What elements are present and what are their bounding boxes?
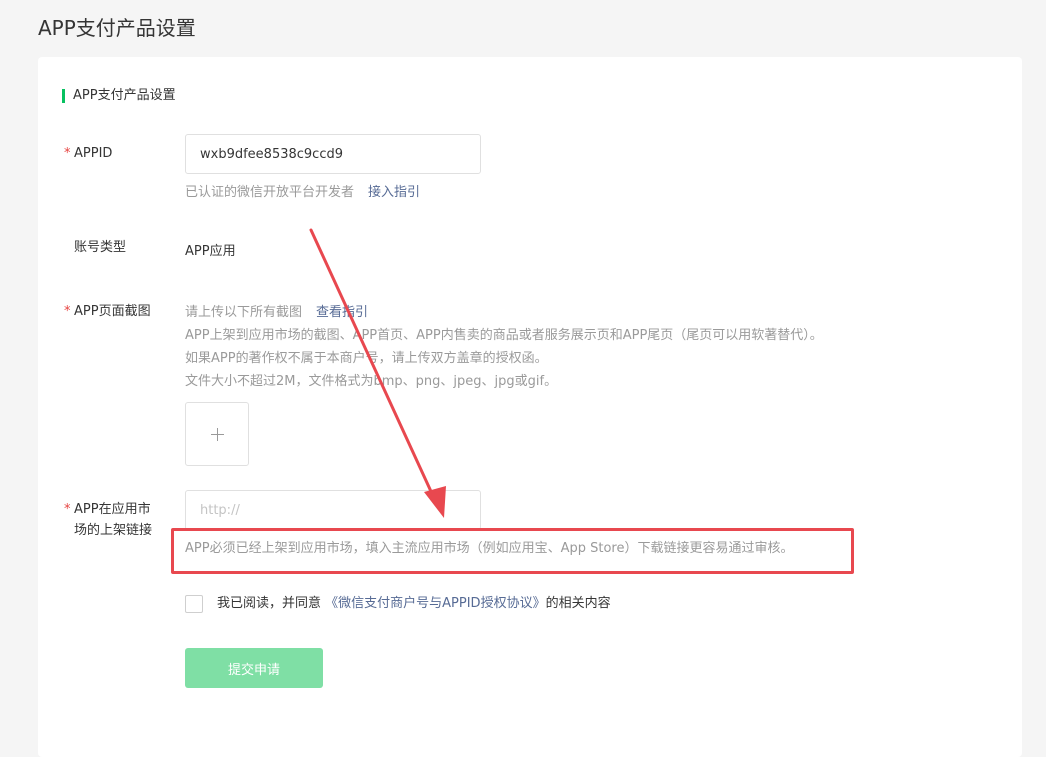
screenshot-hint-4: 文件大小不超过2M，文件格式为bmp、png、jpeg、jpg或gif。 (185, 374, 558, 389)
appid-label: * APPID (64, 143, 113, 164)
appid-hint: 已认证的微信开放平台开发者 接入指引 (185, 181, 420, 204)
agreement-suffix: 的相关内容 (545, 596, 611, 611)
upload-button[interactable] (185, 402, 249, 466)
screenshot-label-text: APP页面截图 (74, 304, 151, 319)
account-type-value: APP应用 (185, 244, 236, 259)
required-mark: * (64, 304, 71, 319)
screenshot-hint-1: 请上传以下所有截图 查看指引 (185, 301, 368, 324)
market-link-label-line1: APP在应用市 (74, 502, 151, 517)
screenshot-hint-2: APP上架到应用市场的截图、APP首页、APP内售卖的商品或者服务展示页和APP… (185, 328, 823, 343)
account-type-label: 账号类型 (74, 240, 127, 255)
section-title: APP支付产品设置 (62, 88, 176, 104)
agreement-text: 我已阅读，并同意 《微信支付商户号与APPID授权协议》的相关内容 (217, 595, 611, 613)
submit-button[interactable]: 提交申请 (185, 648, 323, 688)
screenshot-label: * APP页面截图 (64, 301, 151, 322)
appid-label-text: APPID (74, 146, 113, 161)
market-link-label-line2: 场的上架链接 (74, 523, 153, 538)
agreement-link[interactable]: 《微信支付商户号与APPID授权协议》 (325, 596, 545, 611)
agreement-prefix: 我已阅读，并同意 (217, 596, 322, 611)
screenshot-hint-text: 请上传以下所有截图 (185, 305, 303, 320)
settings-card: APP支付产品设置 * APPID 已认证的微信开放平台开发者接入指引 账号类型… (38, 57, 1022, 757)
market-link-label: * APP在应用市 场的上架链接 (64, 499, 153, 541)
appid-hint-text: 已认证的微信开放平台开发者 (185, 185, 355, 200)
market-link-input[interactable] (185, 490, 481, 530)
required-mark: * (64, 146, 71, 161)
integration-guide-link[interactable]: 接入指引 (368, 185, 420, 200)
appid-input[interactable] (185, 134, 481, 174)
agreement-checkbox[interactable] (185, 595, 203, 613)
screenshot-hint-3: 如果APP的著作权不属于本商户号，请上传双方盖章的授权函。 (185, 351, 548, 366)
required-mark: * (64, 502, 71, 517)
page-title: APP支付产品设置 (38, 16, 196, 40)
view-guide-link[interactable]: 查看指引 (316, 305, 368, 320)
annotation-highlight-box (171, 528, 854, 574)
